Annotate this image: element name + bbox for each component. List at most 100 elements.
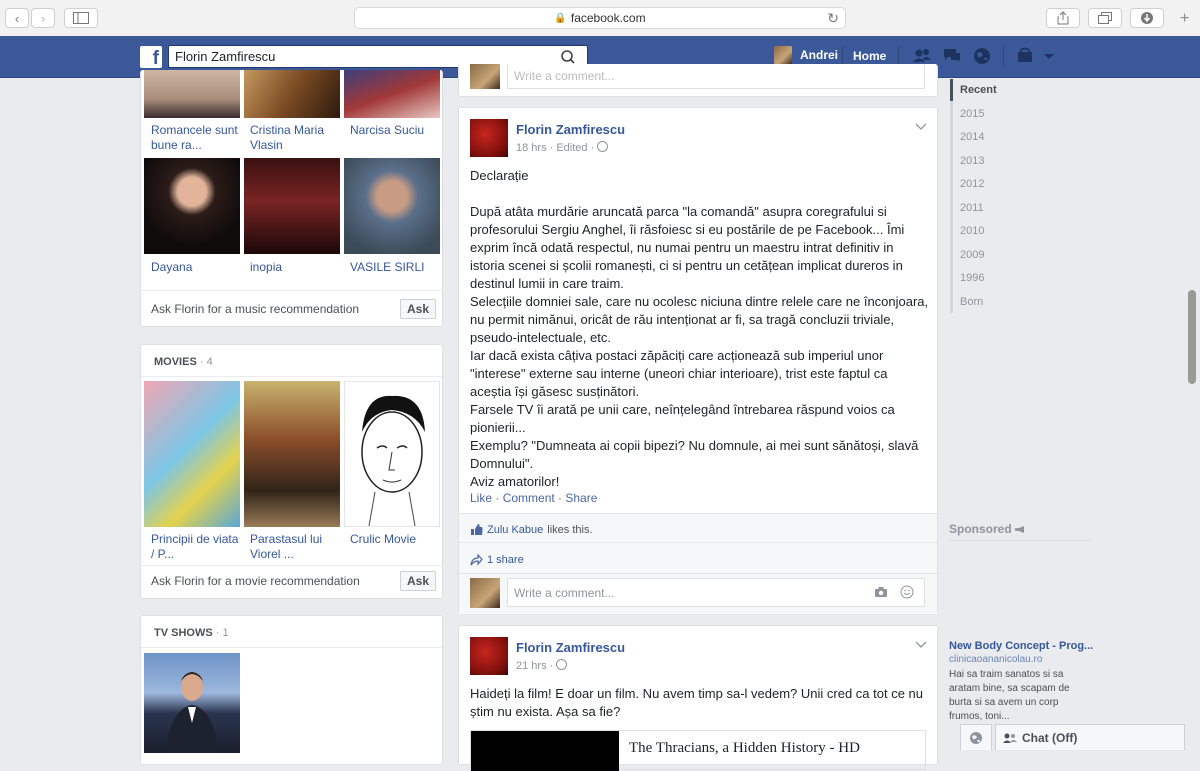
music-item-label[interactable]: VASILE SIRLI bbox=[350, 260, 442, 275]
privacy-shortcuts-icon[interactable] bbox=[1016, 46, 1036, 66]
movies-card: MOVIES · 4 Principii de viata / P... Par… bbox=[140, 344, 443, 599]
comment-placeholder: Write a comment... bbox=[514, 585, 615, 600]
sidebar-icon bbox=[73, 12, 89, 24]
url-text: facebook.com bbox=[570, 11, 646, 25]
share-button[interactable] bbox=[1046, 8, 1080, 28]
post-author[interactable]: Florin Zamfirescu bbox=[516, 122, 625, 137]
ad-domain[interactable]: clinicaoananicolau.ro bbox=[949, 654, 1042, 665]
divider bbox=[459, 573, 937, 574]
facebook-logo[interactable]: f bbox=[140, 46, 162, 68]
music-item-label[interactable]: Cristina Maria Vlasin bbox=[250, 123, 342, 153]
music-item-label[interactable]: Narcisa Suciu bbox=[350, 123, 442, 138]
post-options-chevron-down-icon[interactable] bbox=[915, 120, 927, 134]
movie-item-label[interactable]: Crulic Movie bbox=[350, 532, 442, 547]
music-thumb-6[interactable] bbox=[344, 158, 440, 254]
shares-count: 1 share bbox=[487, 554, 524, 566]
share-link-button[interactable]: Share bbox=[565, 491, 597, 505]
music-item-label[interactable]: inopia bbox=[250, 260, 342, 275]
ad-title[interactable]: New Body Concept - Prog... bbox=[949, 640, 1093, 652]
movies-ask-button[interactable]: Ask bbox=[400, 571, 436, 591]
downloads-button[interactable] bbox=[1130, 8, 1164, 28]
likes-suffix: likes this. bbox=[547, 523, 593, 536]
timeline-year[interactable]: 2014 bbox=[960, 131, 984, 143]
divider bbox=[459, 542, 937, 543]
address-bar[interactable]: 🔒 facebook.com ↻ bbox=[354, 7, 846, 29]
share-arrow-icon bbox=[470, 554, 483, 566]
timeline-year[interactable]: 2010 bbox=[960, 225, 984, 237]
timeline-year[interactable]: 1996 bbox=[960, 272, 984, 284]
author-avatar[interactable] bbox=[470, 119, 508, 157]
post-options-chevron-down-icon[interactable] bbox=[915, 638, 927, 652]
music-card: Romancele sunt bune ra... Cristina Maria… bbox=[140, 70, 443, 327]
music-item-label[interactable]: Dayana bbox=[151, 260, 243, 275]
timeline-year[interactable]: Born bbox=[960, 296, 983, 308]
page-scrollbar[interactable] bbox=[1188, 290, 1196, 384]
messages-icon[interactable] bbox=[942, 46, 962, 66]
chat-globe-button[interactable] bbox=[960, 724, 992, 750]
friend-requests-icon[interactable] bbox=[912, 46, 932, 66]
link-preview[interactable]: The Thracians, a Hidden History - HD bbox=[470, 730, 926, 771]
author-avatar[interactable] bbox=[470, 637, 508, 675]
movie-poster-1[interactable] bbox=[144, 381, 240, 527]
avatar bbox=[774, 46, 792, 64]
divider bbox=[898, 46, 899, 66]
music-thumb-4[interactable] bbox=[144, 158, 240, 254]
timeline-track bbox=[950, 79, 953, 313]
tvshows-header[interactable]: TV SHOWS · 1 bbox=[154, 627, 229, 639]
music-ask-button[interactable]: Ask bbox=[400, 299, 436, 319]
tabs-button[interactable] bbox=[1088, 8, 1122, 28]
tvshows-card: TV SHOWS · 1 bbox=[140, 615, 443, 765]
post-author[interactable]: Florin Zamfirescu bbox=[516, 640, 625, 655]
sidebar-toggle-button[interactable] bbox=[64, 8, 98, 28]
timeline-year[interactable]: 2015 bbox=[960, 108, 984, 120]
account-menu-chevron-down-icon[interactable] bbox=[1042, 46, 1062, 66]
user-name: Andrei bbox=[800, 48, 839, 62]
movies-header[interactable]: MOVIES · 4 bbox=[154, 356, 213, 368]
back-button[interactable]: ‹ bbox=[5, 8, 29, 28]
megaphone-icon bbox=[1015, 526, 1025, 533]
timeline-year[interactable]: 2012 bbox=[960, 178, 984, 190]
divider bbox=[141, 565, 442, 566]
profile-link[interactable]: Andrei bbox=[774, 46, 838, 64]
music-ask-text: Ask Florin for a music recommendation bbox=[151, 302, 360, 316]
movie-poster-3[interactable] bbox=[344, 381, 440, 527]
comment-input[interactable]: Write a comment... bbox=[507, 578, 925, 607]
chat-label: Chat (Off) bbox=[1022, 730, 1078, 745]
like-button[interactable]: Like bbox=[470, 491, 492, 505]
comment-button[interactable]: Comment bbox=[503, 491, 555, 505]
shares-summary[interactable]: 1 share bbox=[470, 554, 528, 566]
timeline-year[interactable]: 2013 bbox=[960, 155, 984, 167]
music-item-label[interactable]: Romancele sunt bune ra... bbox=[151, 123, 243, 153]
chat-people-icon bbox=[1003, 733, 1017, 743]
public-globe-icon bbox=[597, 141, 609, 152]
camera-icon[interactable] bbox=[874, 586, 888, 601]
tvshow-thumb[interactable] bbox=[144, 653, 240, 753]
sponsored-header: Sponsored bbox=[949, 522, 1025, 536]
timeline-year-recent[interactable]: Recent bbox=[960, 84, 997, 96]
comment-input[interactable]: Write a comment... bbox=[507, 64, 925, 89]
music-thumb-2[interactable] bbox=[244, 70, 340, 118]
emoji-icon[interactable] bbox=[900, 585, 914, 602]
timeline-year[interactable]: 2011 bbox=[960, 202, 984, 214]
share-icon bbox=[1057, 11, 1069, 25]
reload-icon[interactable]: ↻ bbox=[827, 10, 839, 27]
post-meta[interactable]: 18 hrs · Edited · bbox=[516, 141, 609, 154]
movie-poster-2[interactable] bbox=[244, 381, 340, 527]
music-thumb-1[interactable] bbox=[144, 70, 240, 118]
post-card: Florin Zamfirescu 18 hrs · Edited · Decl… bbox=[458, 107, 938, 614]
movies-ask-text: Ask Florin for a movie recommendation bbox=[151, 574, 360, 588]
timeline-year[interactable]: 2009 bbox=[960, 249, 984, 261]
chat-bar[interactable]: Chat (Off) bbox=[995, 724, 1185, 750]
new-tab-icon[interactable]: + bbox=[1180, 10, 1189, 28]
notifications-globe-icon[interactable] bbox=[972, 46, 992, 66]
divider bbox=[141, 647, 442, 648]
forward-button[interactable]: › bbox=[31, 8, 55, 28]
movie-item-label[interactable]: Parastasul lui Viorel ... bbox=[250, 532, 342, 562]
music-thumb-3[interactable] bbox=[344, 70, 440, 118]
liker-name[interactable]: Zulu Kabue bbox=[487, 524, 543, 536]
movie-item-label[interactable]: Principii de viata / P... bbox=[151, 532, 243, 562]
music-thumb-5[interactable] bbox=[244, 158, 340, 254]
sketch-portrait-image bbox=[361, 395, 425, 527]
post-meta[interactable]: 21 hrs · bbox=[516, 659, 568, 672]
home-link[interactable]: Home bbox=[853, 49, 886, 63]
